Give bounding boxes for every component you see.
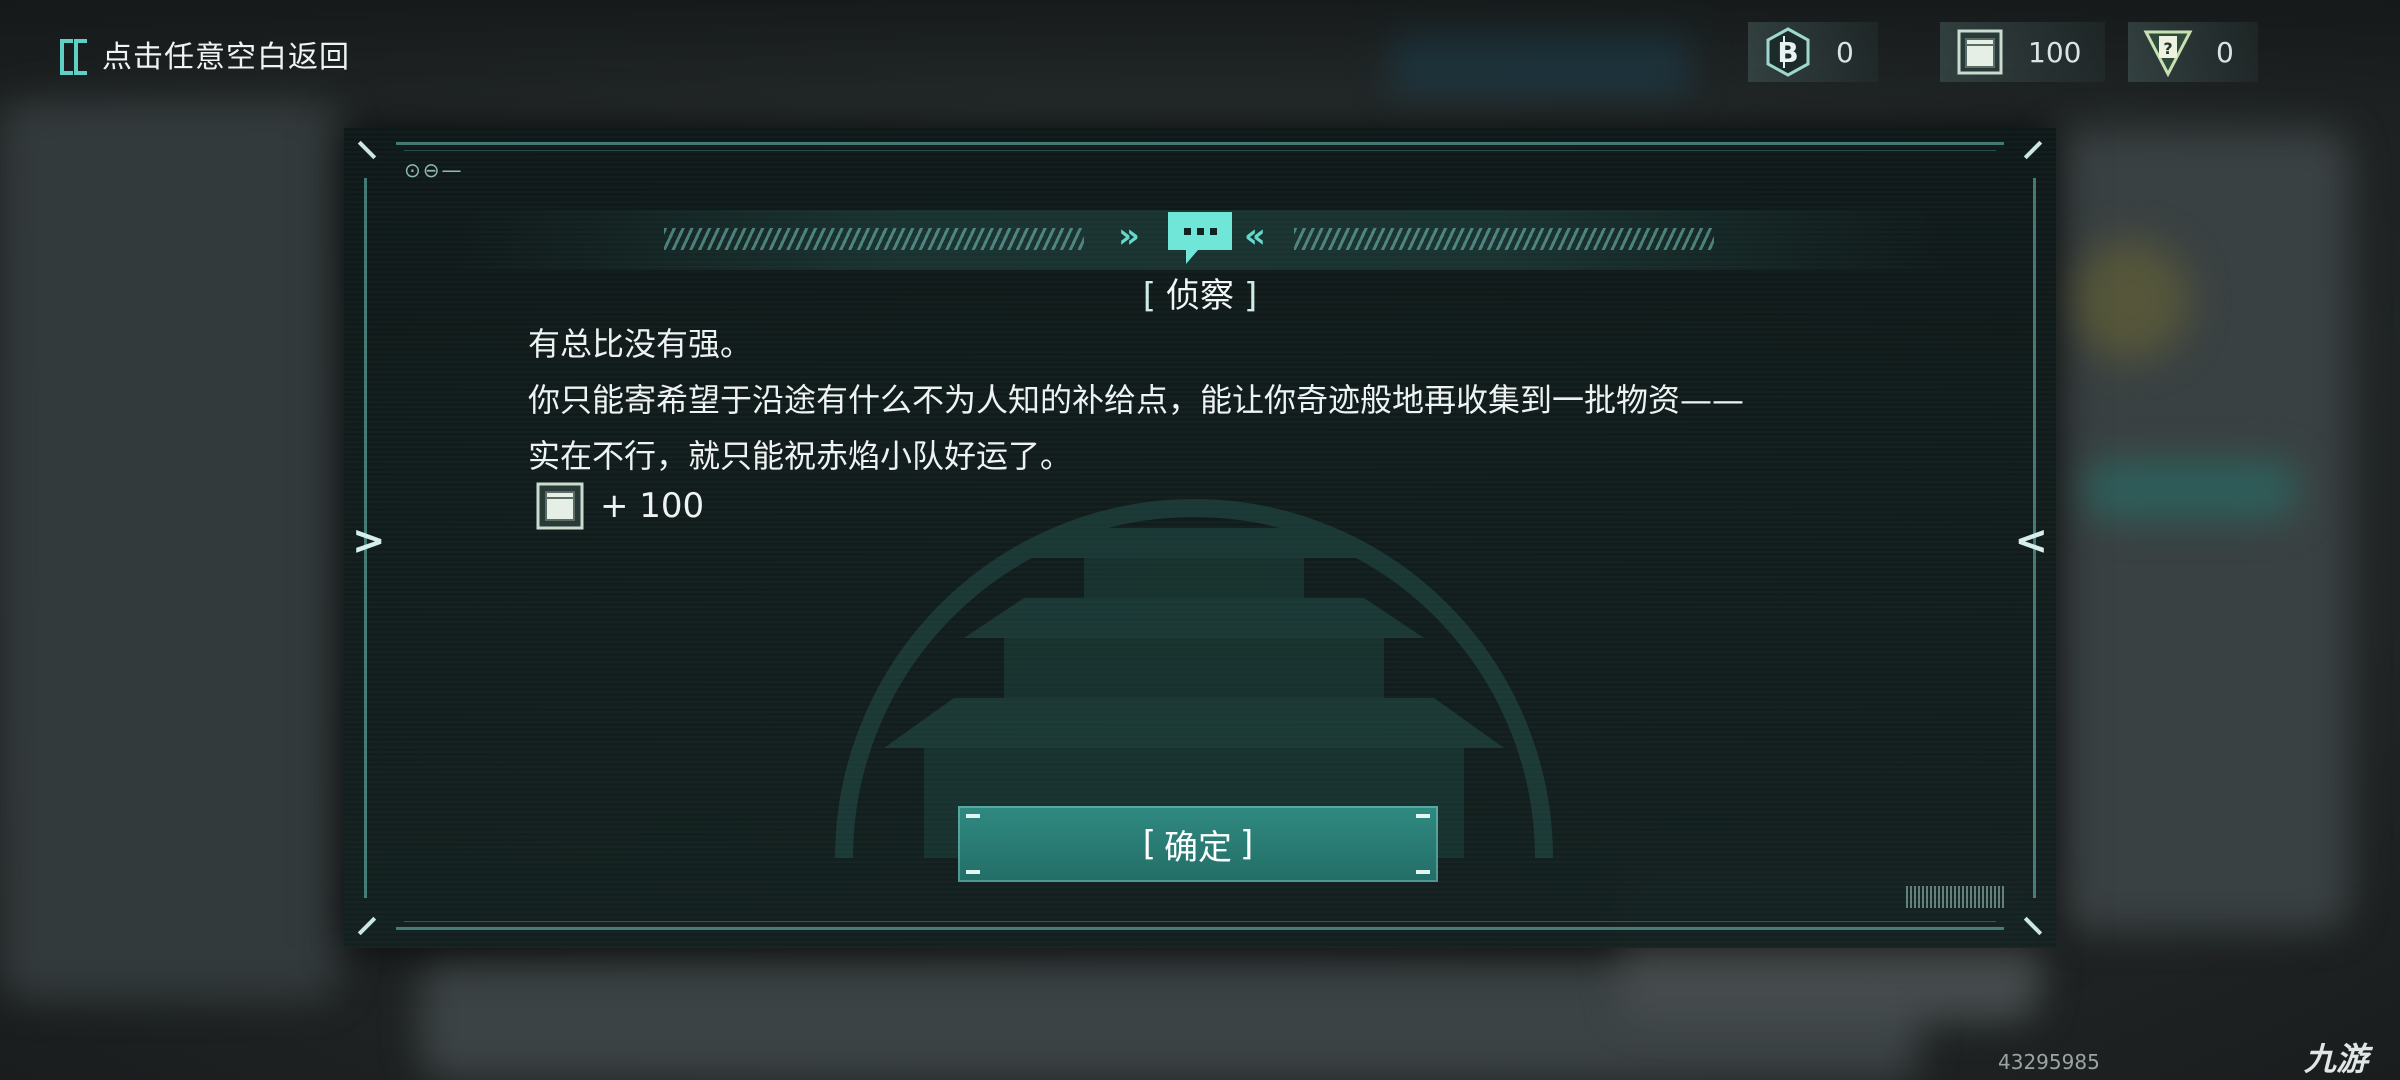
body-line: 你只能寄希望于沿途有什么不为人知的补给点，能让你奇迹般地再收集到一批物资——: [528, 381, 1745, 419]
double-chevron-left-icon: «: [1244, 216, 1266, 256]
double-bracket-icon: [58, 37, 92, 75]
supply-crate-icon: [534, 480, 586, 532]
event-dialog: > < ⊙⊖— » « [侦察] 有总比没有强。 你只能寄希望于沿途有什么不为人…: [344, 128, 2056, 948]
site-logo: 九游: [2304, 1040, 2369, 1078]
coin-count: 0: [1836, 35, 1854, 69]
resource-card: ? 0: [2128, 22, 2258, 82]
mystery-card-icon: ?: [2142, 26, 2194, 78]
dialog-title-text: 侦察: [1166, 276, 1234, 316]
confirm-label: 确定: [1164, 827, 1232, 868]
body-line: 有总比没有强。: [528, 325, 753, 363]
confirm-button[interactable]: [确定]: [958, 806, 1438, 882]
chat-bubble-icon: [1168, 212, 1232, 264]
reward-amount: + 100: [600, 486, 705, 526]
svg-text:B: B: [1777, 36, 1798, 69]
svg-text:?: ?: [2163, 39, 2172, 58]
chevron-left-icon: <: [2014, 518, 2048, 564]
barcode-decoration: [1906, 886, 2006, 908]
top-bar: 点击任意空白返回 B 0 100 ? 0: [0, 0, 2400, 110]
reward-row: + 100: [534, 480, 704, 532]
supply-crate-icon: [1954, 26, 2006, 78]
dialog-title: [侦察]: [1142, 276, 1258, 316]
resource-coin: B 0: [1748, 22, 1878, 82]
chevron-right-icon: >: [352, 518, 386, 564]
back-hint-label: 点击任意空白返回: [102, 40, 350, 75]
footer-id: 43295985: [1998, 1050, 2100, 1074]
card-count: 0: [2216, 35, 2234, 69]
resource-supply: 100: [1940, 22, 2106, 82]
double-chevron-right-icon: »: [1118, 216, 1140, 256]
coin-b-icon: B: [1762, 26, 1814, 78]
corner-mark: ⊙⊖—: [404, 158, 464, 182]
dialog-body: 有总比没有强。 你只能寄希望于沿途有什么不为人知的补给点，能让你奇迹般地再收集到…: [528, 316, 1928, 484]
body-line: 实在不行，就只能祝赤焰小队好运了。: [528, 437, 1073, 475]
back-hint-button[interactable]: 点击任意空白返回: [58, 30, 350, 78]
supply-count: 100: [2028, 35, 2082, 69]
